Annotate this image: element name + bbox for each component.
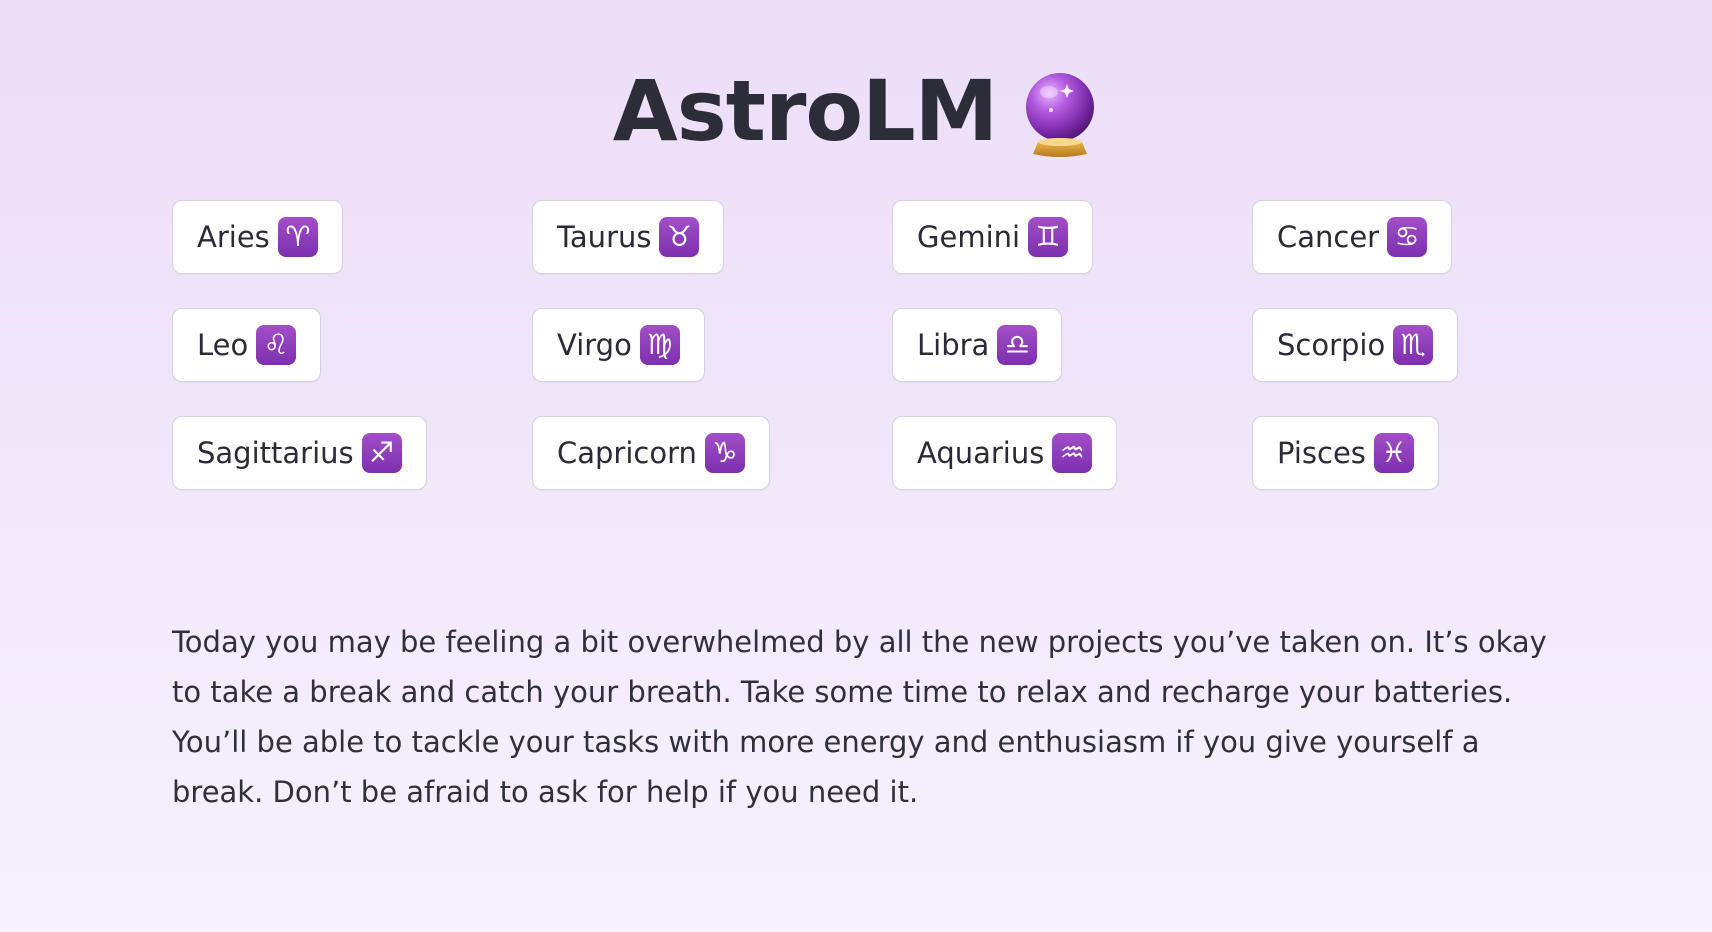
leo-symbol-icon: ♌	[256, 325, 297, 365]
astrolm-app: AstroLM Aries ♈ Taurus ♉ Gemini ♊ Cancer…	[0, 0, 1712, 932]
sign-button-scorpio[interactable]: Scorpio ♏	[1252, 308, 1459, 382]
sign-label: Taurus	[557, 220, 652, 254]
sign-label: Cancer	[1277, 220, 1380, 254]
aries-symbol-icon: ♈	[277, 217, 318, 257]
sign-label: Aquarius	[917, 436, 1045, 470]
gemini-symbol-icon: ♊	[1028, 217, 1069, 257]
sign-label: Sagittarius	[197, 436, 354, 470]
libra-symbol-icon: ♎	[997, 325, 1038, 365]
taurus-symbol-icon: ♉	[659, 217, 700, 257]
crystal-ball-icon	[1021, 70, 1099, 158]
sign-button-pisces[interactable]: Pisces ♓	[1252, 416, 1439, 490]
sign-button-capricorn[interactable]: Capricorn ♑	[532, 416, 770, 490]
sign-button-taurus[interactable]: Taurus ♉	[532, 200, 725, 274]
sign-label: Pisces	[1277, 436, 1366, 470]
header: AstroLM	[0, 64, 1712, 158]
sign-button-gemini[interactable]: Gemini ♊	[892, 200, 1094, 274]
sign-label: Leo	[197, 328, 249, 362]
sign-label: Virgo	[557, 328, 632, 362]
page-title: AstroLM	[612, 62, 998, 160]
sign-label: Libra	[917, 328, 990, 362]
cancer-symbol-icon: ♋	[1387, 217, 1428, 257]
sign-button-libra[interactable]: Libra ♎	[892, 308, 1063, 382]
sign-label: Aries	[197, 220, 270, 254]
sign-label: Scorpio	[1277, 328, 1386, 362]
sign-button-aries[interactable]: Aries ♈	[172, 200, 343, 274]
virgo-symbol-icon: ♍	[639, 325, 680, 365]
sign-button-cancer[interactable]: Cancer ♋	[1252, 200, 1453, 274]
sign-label: Capricorn	[557, 436, 697, 470]
capricorn-symbol-icon: ♑	[704, 433, 745, 473]
aquarius-symbol-icon: ♒	[1052, 433, 1093, 473]
sign-button-virgo[interactable]: Virgo ♍	[532, 308, 705, 382]
sign-label: Gemini	[917, 220, 1021, 254]
sign-button-leo[interactable]: Leo ♌	[172, 308, 322, 382]
horoscope-text: Today you may be feeling a bit overwhelm…	[172, 625, 1547, 809]
sagittarius-symbol-icon: ♐	[361, 433, 402, 473]
sign-button-aquarius[interactable]: Aquarius ♒	[892, 416, 1118, 490]
scorpio-symbol-icon: ♏	[1393, 325, 1434, 365]
pisces-symbol-icon: ♓	[1373, 433, 1414, 473]
sign-button-sagittarius[interactable]: Sagittarius ♐	[172, 416, 427, 490]
